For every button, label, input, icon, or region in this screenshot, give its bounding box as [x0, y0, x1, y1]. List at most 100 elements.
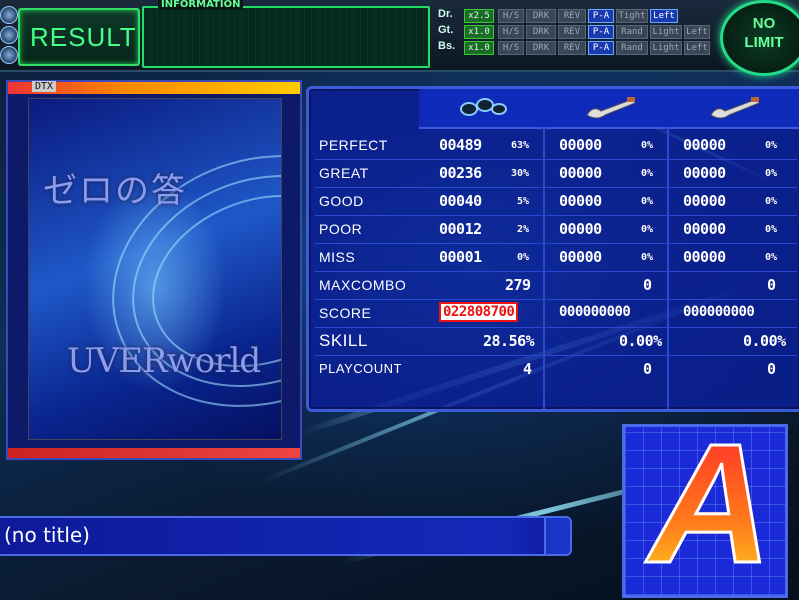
- row-miss: MISS 00001 0% 00000 0% 00000 0%: [315, 245, 797, 272]
- guitar-score: 000000000: [559, 304, 631, 320]
- option-chip-pa: P-A: [588, 9, 614, 23]
- drums-poor-count: 00012: [439, 220, 482, 238]
- guitar-good-count: 00000: [559, 192, 602, 210]
- drums-skill: 28.56%: [483, 332, 535, 350]
- row-perfect: PERFECT 00489 63% 00000 0% 00000 0%: [315, 133, 797, 160]
- option-chip-speed: x1.0: [464, 41, 494, 55]
- rank-box: A: [622, 418, 788, 598]
- score-panel: PERFECT 00489 63% 00000 0% 00000 0% GREA…: [306, 86, 799, 412]
- side-knob-icon: [0, 46, 18, 64]
- result-label: RESULT: [30, 22, 137, 52]
- option-chip-pa: P-A: [588, 25, 614, 39]
- guitar-maxcombo: 0: [643, 276, 652, 294]
- jacket-artist: UVERworld: [67, 341, 261, 381]
- bass-score: 000000000: [683, 304, 755, 320]
- bass-perfect-pct: 0%: [765, 140, 778, 151]
- drums-good-count: 00040: [439, 192, 482, 210]
- option-row-drums: Dr. x2.5 H/S DRK REV P-A Tight Left: [432, 8, 710, 23]
- option-chip-rev: REV: [558, 41, 586, 55]
- title-bar-end-cap: [544, 516, 572, 556]
- row-skill: SKILL 28.56% 0.00% 0.00%: [315, 329, 797, 356]
- option-chip-position: Left: [684, 41, 710, 55]
- option-chip-judge: Tight: [616, 9, 648, 23]
- guitar-icon: [583, 95, 639, 126]
- song-title-bar: (no title): [0, 516, 572, 556]
- label-score: SCORE: [319, 305, 372, 321]
- option-part-label: Gt.: [438, 24, 454, 36]
- drums-perfect-count: 00489: [439, 136, 482, 154]
- dtx-label: DTX: [32, 81, 57, 92]
- result-label-box: RESULT: [18, 8, 140, 66]
- label-great: GREAT: [319, 165, 369, 181]
- guitar-great-pct: 0%: [641, 168, 654, 179]
- information-panel: INFORMATION: [142, 0, 430, 68]
- option-part-label: Dr.: [438, 8, 453, 20]
- no-limit-line1: NO: [752, 15, 776, 32]
- drum-icon: [459, 95, 507, 124]
- option-chip-rev: REV: [558, 9, 586, 23]
- bass-playcount: 0: [767, 360, 776, 378]
- bass-good-pct: 0%: [765, 196, 778, 207]
- guitar-poor-pct: 0%: [641, 224, 654, 235]
- label-good: GOOD: [319, 193, 364, 209]
- no-limit-line2: LIMIT: [744, 34, 784, 51]
- label-playcount: PLAYCOUNT: [319, 361, 402, 376]
- bass-maxcombo: 0: [767, 276, 776, 294]
- option-chip-speed: x1.0: [464, 25, 494, 39]
- row-poor: POOR 00012 2% 00000 0% 00000 0%: [315, 217, 797, 244]
- row-score: SCORE 022808700 000000000 000000000: [315, 301, 797, 328]
- label-poor: POOR: [319, 221, 363, 237]
- option-chip-random: Rand: [616, 41, 648, 55]
- drums-great-pct: 30%: [511, 168, 530, 179]
- bass-skill: 0.00%: [743, 332, 786, 350]
- guitar-miss-count: 00000: [559, 248, 602, 266]
- option-chip-drk: DRK: [526, 41, 556, 55]
- bass-poor-pct: 0%: [765, 224, 778, 235]
- row-maxcombo: MAXCOMBO 279 0 0: [315, 273, 797, 300]
- bass-miss-count: 00000: [683, 248, 726, 266]
- option-chip-hs: H/S: [498, 9, 524, 23]
- label-perfect: PERFECT: [319, 137, 388, 153]
- guitar-miss-pct: 0%: [641, 252, 654, 263]
- rank-letter: A: [648, 409, 774, 599]
- jacket-strip: DTX: [8, 81, 300, 94]
- option-part-label: Bs.: [438, 40, 456, 52]
- bass-great-pct: 0%: [765, 168, 778, 179]
- jacket-frame: DTX ゼロの答 UVERworld: [6, 80, 302, 460]
- label-skill: SKILL: [319, 331, 368, 350]
- information-label: INFORMATION: [158, 0, 244, 10]
- option-chip-position: Left: [650, 9, 678, 23]
- option-chip-pa: P-A: [588, 41, 614, 55]
- no-limit-badge: NO LIMIT: [720, 0, 799, 76]
- drums-poor-pct: 2%: [517, 224, 530, 235]
- option-chip-light: Light: [650, 25, 682, 39]
- option-row-bass: Bs. x1.0 H/S DRK REV P-A Rand Light Left: [432, 40, 710, 55]
- drums-maxcombo: 279: [505, 276, 531, 294]
- option-row-guitar: Gt. x1.0 H/S DRK REV P-A Rand Light Left: [432, 24, 710, 39]
- bass-good-count: 00000: [683, 192, 726, 210]
- option-chip-random: Rand: [616, 25, 648, 39]
- guitar-playcount: 0: [643, 360, 652, 378]
- bass-icon: [707, 95, 763, 126]
- guitar-poor-count: 00000: [559, 220, 602, 238]
- guitar-perfect-pct: 0%: [641, 140, 654, 151]
- option-chip-speed: x2.5: [464, 9, 494, 23]
- bass-perfect-count: 00000: [683, 136, 726, 154]
- bass-great-count: 00000: [683, 164, 726, 182]
- bass-miss-pct: 0%: [765, 252, 778, 263]
- play-options: Dr. x2.5 H/S DRK REV P-A Tight Left Gt. …: [432, 8, 710, 60]
- top-bar: RESULT INFORMATION Dr. x2.5 H/S DRK REV …: [0, 0, 799, 76]
- drums-miss-count: 00001: [439, 248, 482, 266]
- drums-miss-pct: 0%: [517, 252, 530, 263]
- song-title: (no title): [4, 523, 90, 547]
- option-chip-drk: DRK: [526, 9, 556, 23]
- instrument-header: [419, 89, 799, 129]
- side-knob-icon: [0, 26, 18, 44]
- option-chip-light: Light: [650, 41, 682, 55]
- drums-perfect-pct: 63%: [511, 140, 530, 151]
- drums-playcount: 4: [523, 360, 532, 378]
- guitar-good-pct: 0%: [641, 196, 654, 207]
- label-maxcombo: MAXCOMBO: [319, 277, 407, 293]
- option-chip-rev: REV: [558, 25, 586, 39]
- bass-poor-count: 00000: [683, 220, 726, 238]
